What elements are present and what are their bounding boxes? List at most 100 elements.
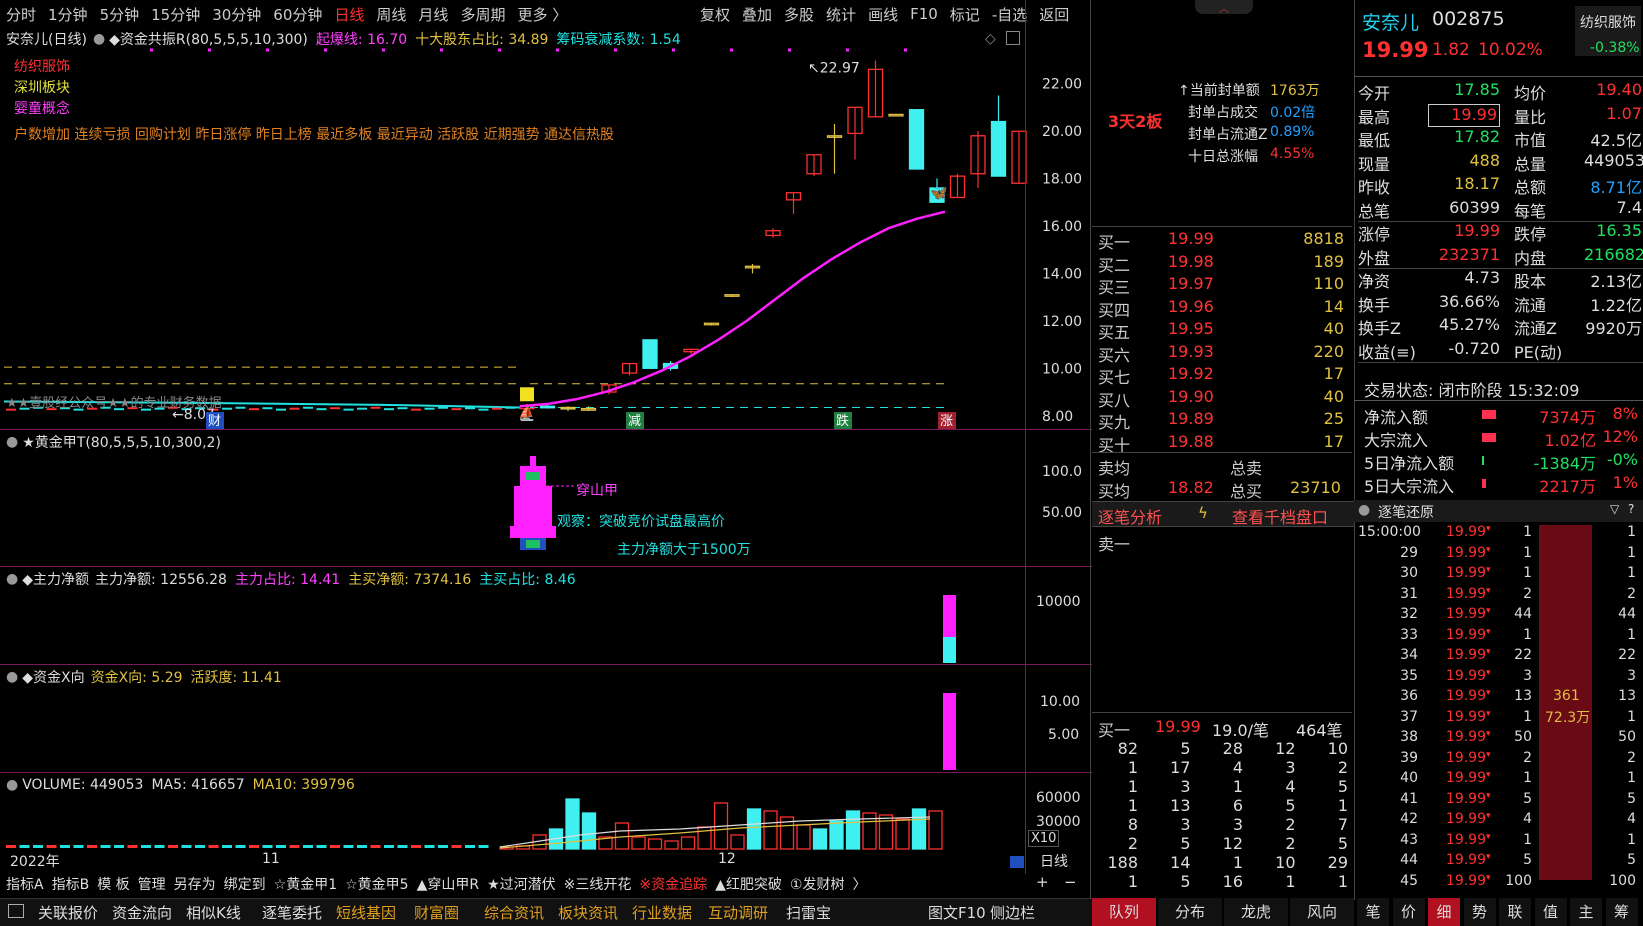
toolbar-btn-4[interactable]: 画线: [868, 4, 898, 25]
panel-toggle-icon[interactable]: ●: [6, 434, 18, 450]
period-tab-6[interactable]: 日线: [334, 4, 364, 25]
period-tab-4[interactable]: 30分钟: [212, 4, 261, 25]
right-tab-0[interactable]: 笔: [1357, 898, 1389, 926]
bid-level-9[interactable]: 买九 19.89 25: [1098, 409, 1344, 432]
indicator-name[interactable]: ◆资金共振R(80,5,5,5,10,300): [109, 29, 308, 49]
period-tab-7[interactable]: 周线: [376, 4, 406, 25]
right-tab-4[interactable]: 联: [1499, 898, 1531, 926]
period-tab-1[interactable]: 1分钟: [48, 4, 88, 25]
indicator-tab-7[interactable]: ☆黄金甲5: [345, 874, 408, 894]
right-tab-5[interactable]: 值: [1534, 898, 1567, 926]
indicator-tab-4[interactable]: 另存为: [174, 874, 216, 894]
indicator-tab-5[interactable]: 绑定到: [224, 874, 266, 894]
tick-row: 36 19.99 ▾ 13 13: [1358, 688, 1638, 709]
indicator-tab-9[interactable]: ★过河潜伏: [487, 874, 556, 894]
bottom-tab-6[interactable]: 综合资讯: [484, 898, 544, 926]
bottom-tab-11[interactable]: 图文F10: [928, 898, 986, 926]
mid-tab-3[interactable]: 风向: [1290, 898, 1354, 926]
mid-tab-0[interactable]: 队列: [1092, 898, 1156, 926]
diamond-icon[interactable]: ◇: [985, 31, 996, 47]
bottom-tab-4[interactable]: 短线基因: [336, 898, 396, 926]
indicator-tab-11[interactable]: ※资金追踪: [639, 874, 707, 894]
ticks-toggle-icon[interactable]: ●: [1358, 502, 1370, 518]
scroll-indicator[interactable]: [1010, 856, 1024, 868]
layout-icon[interactable]: [1006, 31, 1020, 45]
right-tab-6[interactable]: 主: [1570, 898, 1602, 926]
bottom-tab-5[interactable]: 财富圈: [414, 898, 459, 926]
bottom-tab-2[interactable]: 相似K线: [186, 898, 241, 926]
toolbar-btn-3[interactable]: 统计: [826, 4, 856, 25]
bid-level-8[interactable]: 买八 19.90 40: [1098, 387, 1344, 410]
bid-level-1[interactable]: 买一 19.99 8818: [1098, 229, 1344, 252]
toolbar-btn-7[interactable]: -自选: [992, 4, 1027, 25]
panel-toggle-icon[interactable]: ●: [6, 669, 18, 685]
help-icon[interactable]: ?: [1628, 502, 1634, 516]
period-tab-0[interactable]: 分时: [6, 4, 36, 25]
toolbar-btn-5[interactable]: F10: [910, 5, 938, 23]
filter-icon[interactable]: ▽: [1610, 502, 1619, 516]
view-1000-link[interactable]: 查看千档盘口: [1232, 504, 1328, 528]
minus-icon[interactable]: −: [1064, 873, 1077, 891]
toolbar-btn-2[interactable]: 多股: [784, 4, 814, 25]
period-tab-8[interactable]: 月线: [418, 4, 448, 25]
panel-toggle-icon[interactable]: ●: [6, 777, 18, 793]
right-tab-3[interactable]: 势: [1463, 898, 1496, 926]
plus-icon[interactable]: +: [1036, 873, 1049, 891]
bottom-tab-1[interactable]: 资金流向: [112, 898, 172, 926]
sector-name[interactable]: 纺织服饰: [1580, 12, 1636, 32]
bottom-tab-3[interactable]: 逐笔委托: [262, 898, 322, 926]
period-label[interactable]: 日线: [1040, 851, 1068, 871]
seal-info-label-3: 十日总涨幅: [1188, 149, 1258, 165]
period-tab-2[interactable]: 5分钟: [100, 4, 140, 25]
bid-level-5[interactable]: 买五 19.95 40: [1098, 319, 1344, 342]
indicator-tab-3[interactable]: 管理: [138, 874, 166, 894]
bid-level-2[interactable]: 买二 19.98 189: [1098, 252, 1344, 275]
period-tab-9[interactable]: 多周期: [460, 4, 505, 25]
indicator-tab-1[interactable]: 指标B: [52, 874, 90, 894]
bottom-tab-9[interactable]: 互动调研: [708, 898, 768, 926]
indicator-tab-13[interactable]: ①发财树: [790, 874, 845, 894]
indicator-tab-8[interactable]: ▲穿山甲R: [417, 874, 480, 894]
toolbar-btn-8[interactable]: 返回: [1039, 4, 1069, 25]
indicator-tab-14[interactable]: 〉: [852, 874, 866, 894]
tick-analysis-tab[interactable]: 逐笔分析: [1098, 504, 1162, 528]
quote-value: 17.85: [1454, 80, 1500, 99]
toggle-icon[interactable]: ●: [93, 31, 105, 47]
bid-level-3[interactable]: 买三 19.97 110: [1098, 274, 1344, 297]
period-tab-5[interactable]: 60分钟: [273, 4, 322, 25]
indicator-tab-6[interactable]: ☆黄金甲1: [274, 874, 337, 894]
indicator-tab-12[interactable]: ▲红肥突破: [715, 874, 782, 894]
bid-level-6[interactable]: 买六 19.93 220: [1098, 342, 1344, 365]
panel4-title[interactable]: ◆资金X向: [22, 667, 84, 687]
right-tab-2[interactable]: 细: [1428, 898, 1460, 926]
toolbar-btn-1[interactable]: 叠加: [742, 4, 772, 25]
bottom-tab-0[interactable]: 关联报价: [38, 898, 98, 926]
toolbar-btn-0[interactable]: 复权: [700, 4, 730, 25]
bottom-tab-7[interactable]: 板块资讯: [558, 898, 618, 926]
period-tab-3[interactable]: 15分钟: [151, 4, 200, 25]
indicator-tab-0[interactable]: 指标A: [6, 874, 44, 894]
panel-toggle-icon[interactable]: ●: [6, 571, 18, 587]
panel2-title[interactable]: ★黄金甲T(80,5,5,5,10,300,2): [22, 432, 221, 452]
bid-level-10[interactable]: 买十 19.88 17: [1098, 432, 1344, 455]
right-tab-7[interactable]: 筹: [1605, 898, 1638, 926]
volume-title[interactable]: VOLUME: 449053: [22, 777, 143, 793]
bid-level-4[interactable]: 买四 19.96 14: [1098, 297, 1344, 320]
menu-icon[interactable]: [8, 904, 24, 918]
period-tab-10[interactable]: 更多 〉: [517, 4, 567, 25]
toolbar-btn-6[interactable]: 标记: [950, 4, 980, 25]
collapse-handle[interactable]: ︿: [1195, 0, 1253, 15]
candlestick-chart[interactable]: 22.00 20.00 18.00 16.00 14.00 12.00 10.00 8.00 ⛵…: [0, 48, 1092, 430]
mid-tab-1[interactable]: 分布: [1158, 898, 1222, 926]
panel3-title[interactable]: ◆主力净额: [22, 569, 89, 589]
mid-tab-2[interactable]: 龙虎: [1224, 898, 1288, 926]
indicator-tab-10[interactable]: ※三线开花: [564, 874, 632, 894]
zoom-label[interactable]: X10: [1028, 830, 1060, 847]
right-tab-1[interactable]: 价: [1392, 898, 1425, 926]
bottom-tab-10[interactable]: 扫雷宝: [786, 898, 831, 926]
bottom-tab-12[interactable]: 侧边栏: [990, 898, 1035, 926]
indicator-tab-2[interactable]: 模 板: [97, 874, 129, 894]
bottom-tab-8[interactable]: 行业数据: [632, 898, 692, 926]
lightning-icon[interactable]: ϟ: [1198, 504, 1208, 522]
bid-level-7[interactable]: 买七 19.92 17: [1098, 364, 1344, 387]
